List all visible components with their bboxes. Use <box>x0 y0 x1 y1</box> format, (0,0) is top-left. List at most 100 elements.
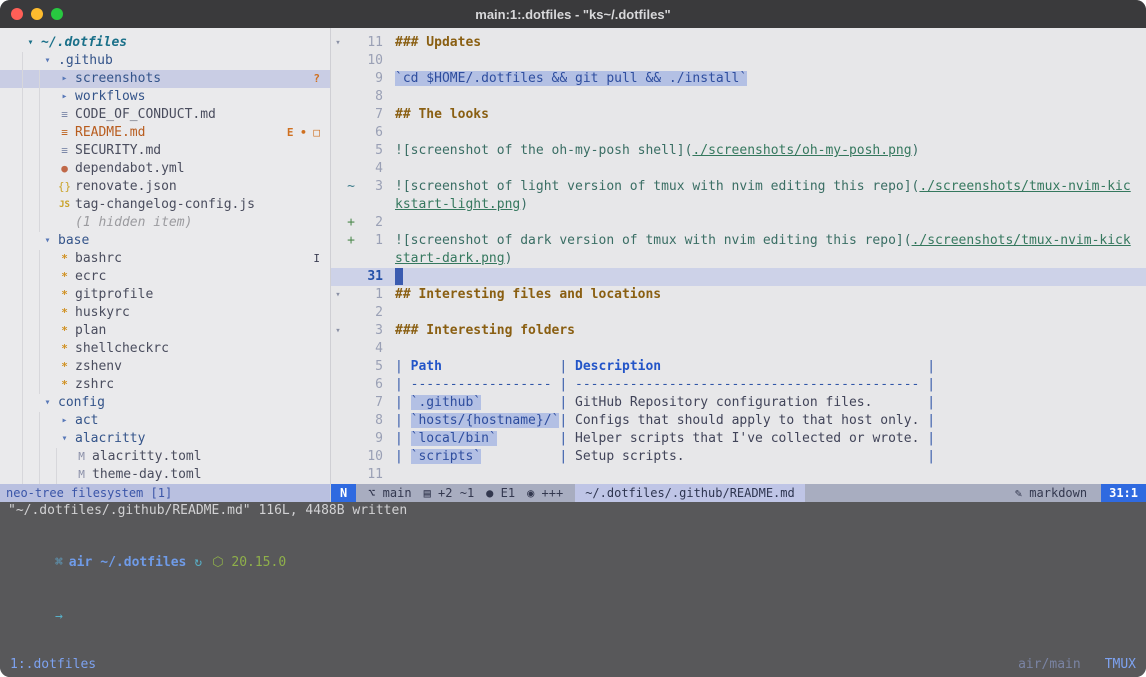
tree-item-dependabot.yml[interactable]: ●dependabot.yml <box>0 160 330 178</box>
editor-line-0[interactable]: ▾ 11### Updates <box>331 34 1146 52</box>
titlebar[interactable]: main:1:.dotfiles - "ks~/.dotfiles" <box>0 0 1146 28</box>
editor-line-12[interactable]: start-dark.png) <box>331 250 1146 268</box>
editor-line-1[interactable]: 10 <box>331 52 1146 70</box>
editor-line-18[interactable]: 5| Path | Description | <box>331 358 1146 376</box>
tree-item-workflows[interactable]: ▸workflows <box>0 88 330 106</box>
editor-line-13[interactable]: 31 <box>331 268 1146 286</box>
code-segment-pipe: | <box>559 395 575 410</box>
line-text: | Path | Description | <box>395 358 1146 376</box>
tree-item-.github[interactable]: ▾.github <box>0 52 330 70</box>
fold-chevron-icon[interactable]: ▾ <box>331 322 345 340</box>
chevron-down-icon[interactable]: ▾ <box>39 394 56 412</box>
tree-item-base[interactable]: ▾base <box>0 232 330 250</box>
chevron-down-icon[interactable]: ▾ <box>39 52 56 70</box>
editor-line-14[interactable]: ▾ 1## Interesting files and locations <box>331 286 1146 304</box>
close-button[interactable] <box>11 8 23 20</box>
chevron-right-icon[interactable]: ▸ <box>56 88 73 106</box>
editor-line-22[interactable]: 9| `local/bin` | Helper scripts that I'v… <box>331 430 1146 448</box>
editor-line-24[interactable]: 11 <box>331 466 1146 484</box>
tree-item-huskyrc[interactable]: *huskyrc <box>0 304 330 322</box>
tree-item-zshrc[interactable]: *zshrc <box>0 376 330 394</box>
line-text: | ------------------ | -----------------… <box>395 376 1146 394</box>
indent-guide <box>39 412 56 430</box>
chevron-down-icon[interactable]: ▾ <box>39 232 56 250</box>
chevron-right-icon[interactable]: ▸ <box>56 70 73 88</box>
editor-line-2[interactable]: 9`cd $HOME/.dotfiles && git pull && ./in… <box>331 70 1146 88</box>
tree-item-config[interactable]: ▾config <box>0 394 330 412</box>
tree-item-plan[interactable]: *plan <box>0 322 330 340</box>
editor-line-7[interactable]: 4 <box>331 160 1146 178</box>
sh-file-icon: * <box>56 358 73 376</box>
tree-item-gitprofile[interactable]: *gitprofile <box>0 286 330 304</box>
fold-column <box>331 106 345 124</box>
tree-item-label: act <box>75 412 98 430</box>
tree-item-.dotfiles[interactable]: ▾~/.dotfiles <box>0 34 330 52</box>
indent-guide <box>39 358 56 376</box>
tree-item-readme.md[interactable]: ≡README.mdE • □ <box>0 124 330 142</box>
shell-cursor-line[interactable]: → <box>8 590 1138 644</box>
tree-item-act[interactable]: ▸act <box>0 412 330 430</box>
git-sign-column <box>345 286 357 304</box>
tree-item-tag-changelog-config.js[interactable]: JStag-changelog-config.js <box>0 196 330 214</box>
editor-line-19[interactable]: 6| ------------------ | ----------------… <box>331 376 1146 394</box>
yml-file-icon: ● <box>56 160 73 178</box>
chevron-down-icon[interactable]: ▾ <box>56 430 73 448</box>
tree-item-renovate.json[interactable]: {}renovate.json <box>0 178 330 196</box>
chevron-down-icon[interactable]: ▾ <box>22 34 39 52</box>
tree-item-screenshots[interactable]: ▸screenshots? <box>0 70 330 88</box>
code-segment-pipe: | <box>559 431 575 446</box>
editor-buffer[interactable]: ▾ 11### Updates 10 9`cd $HOME/.dotfiles … <box>331 28 1146 484</box>
tree-item-1-hidden-item[interactable]: (1 hidden item) <box>0 214 330 232</box>
line-text: start-dark.png) <box>395 250 1146 268</box>
code-segment-plain <box>481 449 559 464</box>
indent-guide <box>39 142 56 160</box>
shell-pane[interactable]: ⌘air~/.dotfiles↻⬡ 20.15.0 → <box>0 520 1146 651</box>
indent-guide <box>39 268 56 286</box>
tree-item-bashrc[interactable]: *bashrcI <box>0 250 330 268</box>
fold-column <box>331 466 345 484</box>
tree-item-ecrc[interactable]: *ecrc <box>0 268 330 286</box>
code-segment-th: Path <box>411 359 442 374</box>
editor-line-21[interactable]: 8| `hosts/{hostname}/`| Configs that sho… <box>331 412 1146 430</box>
minimize-button[interactable] <box>31 8 43 20</box>
tree-item-alacritty[interactable]: ▾alacritty <box>0 430 330 448</box>
code-segment-pipe: | <box>395 359 411 374</box>
chevron-right-icon[interactable]: ▸ <box>56 412 73 430</box>
editor-line-9[interactable]: kstart-light.png) <box>331 196 1146 214</box>
code-segment-plain <box>872 395 927 410</box>
editor-line-6[interactable]: 5![screenshot of the oh-my-posh shell](.… <box>331 142 1146 160</box>
indent-guide <box>39 70 56 88</box>
tree-item-zshenv[interactable]: *zshenv <box>0 358 330 376</box>
editor-line-5[interactable]: 6 <box>331 124 1146 142</box>
tree-item-code-of-conduct.md[interactable]: ≡CODE_OF_CONDUCT.md <box>0 106 330 124</box>
fold-chevron-icon[interactable]: ▾ <box>331 34 345 52</box>
code-segment-cell: GitHub Repository configuration files. <box>575 395 872 410</box>
tree-item-alacritty.toml[interactable]: Malacritty.toml <box>0 448 330 466</box>
editor-line-16[interactable]: ▾ 3### Interesting folders <box>331 322 1146 340</box>
editor-line-15[interactable]: 2 <box>331 304 1146 322</box>
indent-guide <box>22 466 39 484</box>
tree-item-label: ecrc <box>75 268 106 286</box>
tree-item-theme-day.toml[interactable]: Mtheme-day.toml <box>0 466 330 484</box>
fold-column <box>331 394 345 412</box>
git-branch-indicator[interactable]: ⌥ main <box>368 484 411 502</box>
editor-line-11[interactable]: +1![screenshot of dark version of tmux w… <box>331 232 1146 250</box>
editor-line-10[interactable]: +2 <box>331 214 1146 232</box>
editor-line-23[interactable]: 10| `scripts` | Setup scripts. | <box>331 448 1146 466</box>
maximize-button[interactable] <box>51 8 63 20</box>
editor-line-3[interactable]: 8 <box>331 88 1146 106</box>
tmux-window-item[interactable]: 1:.dotfiles <box>10 657 96 672</box>
editor-line-8[interactable]: ~3![screenshot of light version of tmux … <box>331 178 1146 196</box>
editor-line-17[interactable]: 4 <box>331 340 1146 358</box>
code-segment-link: ./screenshots/tmux-nvim-kick <box>912 233 1131 248</box>
tree-item-shellcheckrc[interactable]: *shellcheckrc <box>0 340 330 358</box>
editor-line-20[interactable]: 7| `.github` | GitHub Repository configu… <box>331 394 1146 412</box>
fold-chevron-icon[interactable]: ▾ <box>331 286 345 304</box>
editor-line-4[interactable]: 7## The looks <box>331 106 1146 124</box>
current-file-path[interactable]: ~/.dotfiles/.github/README.md <box>575 484 805 502</box>
toml-file-icon: M <box>73 448 90 466</box>
tree-item-label: zshrc <box>75 376 114 394</box>
indent-guide <box>39 430 56 448</box>
tree-item-security.md[interactable]: ≡SECURITY.md <box>0 142 330 160</box>
code-segment-link: kstart-light.png <box>395 197 520 212</box>
